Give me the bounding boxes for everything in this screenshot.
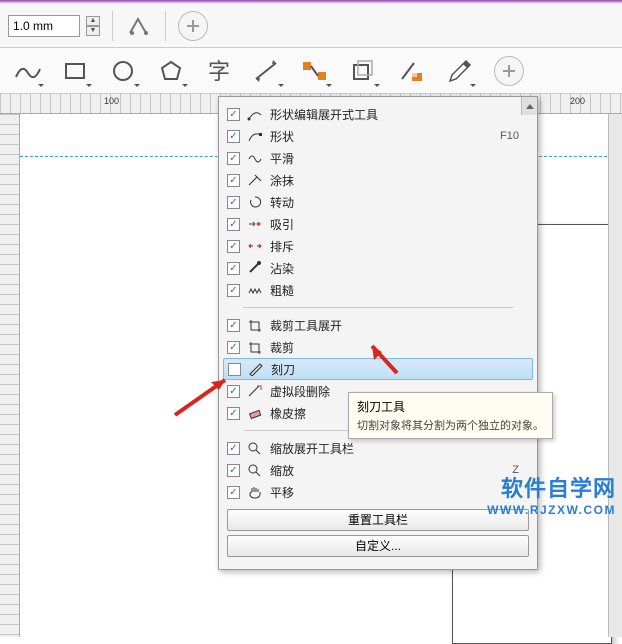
eraser-icon (246, 405, 264, 421)
polygon-tool-icon[interactable] (152, 53, 190, 89)
checkbox-icon[interactable]: ✓ (227, 341, 240, 354)
svg-text:字: 字 (208, 59, 230, 84)
checkbox-icon[interactable]: ✓ (227, 442, 240, 455)
menu-item-crop-flyout[interactable]: ✓ 裁剪工具展开 (223, 314, 533, 336)
menu-item-roughen[interactable]: ✓ 粗糙 (223, 279, 533, 301)
menu-label: 缩放展开工具栏 (270, 440, 529, 457)
checkbox-icon[interactable]: ✓ (227, 486, 240, 499)
zoom-icon (246, 462, 264, 478)
crop-flyout-icon (246, 317, 264, 333)
dimension-tool-icon[interactable] (248, 53, 286, 89)
menu-item-twirl[interactable]: ✓ 转动 (223, 191, 533, 213)
menu-item-smudge[interactable]: ✓ 涂抹 (223, 169, 533, 191)
menu-label: 刻刀 (271, 361, 528, 378)
property-bar: ▲ ▼ (0, 4, 622, 48)
toolbox-bar: 字 (0, 48, 622, 94)
add-tool-button[interactable] (494, 56, 524, 86)
checkbox-icon[interactable]: ✓ (227, 130, 240, 143)
menu-label: 缩放 (270, 462, 506, 479)
ruler-vertical (0, 114, 20, 637)
checkbox-icon[interactable]: ✓ (227, 407, 240, 420)
twirl-icon (246, 194, 264, 210)
watermark: 软件自学网 WWW.RJZXW.COM (487, 471, 616, 517)
checkbox-icon[interactable]: ✓ (227, 319, 240, 332)
ruler-tick-100: 100 (104, 96, 119, 106)
ruler-tick-200: 200 (570, 96, 585, 106)
reset-toolbar-button[interactable]: 重置工具栏 (227, 509, 529, 531)
menu-item-crop[interactable]: ✓ 裁剪 (223, 336, 533, 358)
effects-tool-icon[interactable] (344, 53, 382, 89)
menu-item-smooth[interactable]: ✓ 平滑 (223, 147, 533, 169)
eyedropper-tool-icon[interactable] (440, 53, 478, 89)
menu-label: 裁剪 (270, 339, 529, 356)
menu-label: 平滑 (270, 150, 529, 167)
smudge-icon (246, 172, 264, 188)
menu-label: 裁剪工具展开 (270, 317, 529, 334)
menu-label: 涂抹 (270, 172, 529, 189)
customize-button[interactable]: 自定义... (227, 535, 529, 557)
smooth-icon (246, 150, 264, 166)
checkbox-icon[interactable]: ✓ (227, 284, 240, 297)
menu-shortcut: F10 (500, 130, 529, 142)
zoom-flyout-icon (246, 440, 264, 456)
stroke-width-spinner[interactable]: ▲ ▼ (86, 16, 100, 36)
checkbox-icon[interactable]: ✓ (227, 152, 240, 165)
checkbox-icon[interactable]: ✓ (227, 240, 240, 253)
freehand-tool-icon[interactable] (8, 53, 46, 89)
menu-label: 转动 (270, 194, 529, 211)
stroke-width-input[interactable] (8, 15, 80, 37)
roughen-icon (246, 282, 264, 298)
checkbox-icon[interactable]: ✓ (227, 218, 240, 231)
menu-item-attract[interactable]: ✓ 吸引 (223, 213, 533, 235)
tooltip-description: 切割对象将其分割为两个独立的对象。 (357, 417, 544, 433)
spinner-up[interactable]: ▲ (86, 16, 100, 26)
spinner-down[interactable]: ▼ (86, 26, 100, 36)
add-button[interactable] (178, 11, 208, 41)
menu-label: 吸引 (270, 216, 529, 233)
menu-item-smear[interactable]: ✓ 沾染 (223, 257, 533, 279)
checkbox-icon[interactable]: ✓ (227, 174, 240, 187)
shape-edit-icon (246, 106, 264, 122)
knife-icon (247, 361, 265, 377)
menu-item-shape[interactable]: ✓ 形状 F10 (223, 125, 533, 147)
checkbox-icon[interactable]: ✓ (227, 196, 240, 209)
menu-label: 排斥 (270, 238, 529, 255)
segment-delete-icon (246, 383, 264, 399)
smear-icon (246, 260, 264, 276)
menu-label: 沾染 (270, 260, 529, 277)
text-tool-icon[interactable]: 字 (200, 53, 238, 89)
menu-label: 粗糙 (270, 282, 529, 299)
crop-icon (246, 339, 264, 355)
tooltip-title: 刻刀工具 (357, 398, 544, 415)
scrollbar-vertical[interactable] (608, 114, 622, 637)
repel-icon (246, 238, 264, 254)
connector-tool-icon[interactable] (296, 53, 334, 89)
pan-icon (246, 484, 264, 500)
rectangle-tool-icon[interactable] (56, 53, 94, 89)
checkbox-icon[interactable]: ✓ (227, 262, 240, 275)
shape-icon (246, 128, 264, 144)
watermark-title: 软件自学网 (487, 471, 616, 503)
menu-item-shape-edit-flyout[interactable]: ✓ 形状编辑展开式工具 (223, 103, 533, 125)
transparency-tool-icon[interactable] (392, 53, 430, 89)
menu-label: 形状 (270, 128, 494, 145)
checkbox-icon[interactable]: ✓ (227, 108, 240, 121)
attract-icon (246, 216, 264, 232)
menu-item-zoom-flyout[interactable]: ✓ 缩放展开工具栏 (223, 437, 533, 459)
popup-scroll-up[interactable] (521, 97, 537, 115)
menu-item-knife[interactable]: ✓ 刻刀 (223, 358, 533, 380)
menu-label: 形状编辑展开式工具 (270, 106, 529, 123)
tooltip: 刻刀工具 切割对象将其分割为两个独立的对象。 (348, 392, 553, 439)
checkbox-icon[interactable]: ✓ (227, 464, 240, 477)
checkbox-icon[interactable]: ✓ (227, 385, 240, 398)
menu-item-repel[interactable]: ✓ 排斥 (223, 235, 533, 257)
menu-separator (243, 307, 513, 308)
checkbox-icon[interactable]: ✓ (228, 363, 241, 376)
snap-icon[interactable] (125, 12, 153, 40)
watermark-url: WWW.RJZXW.COM (487, 503, 616, 517)
ellipse-tool-icon[interactable] (104, 53, 142, 89)
